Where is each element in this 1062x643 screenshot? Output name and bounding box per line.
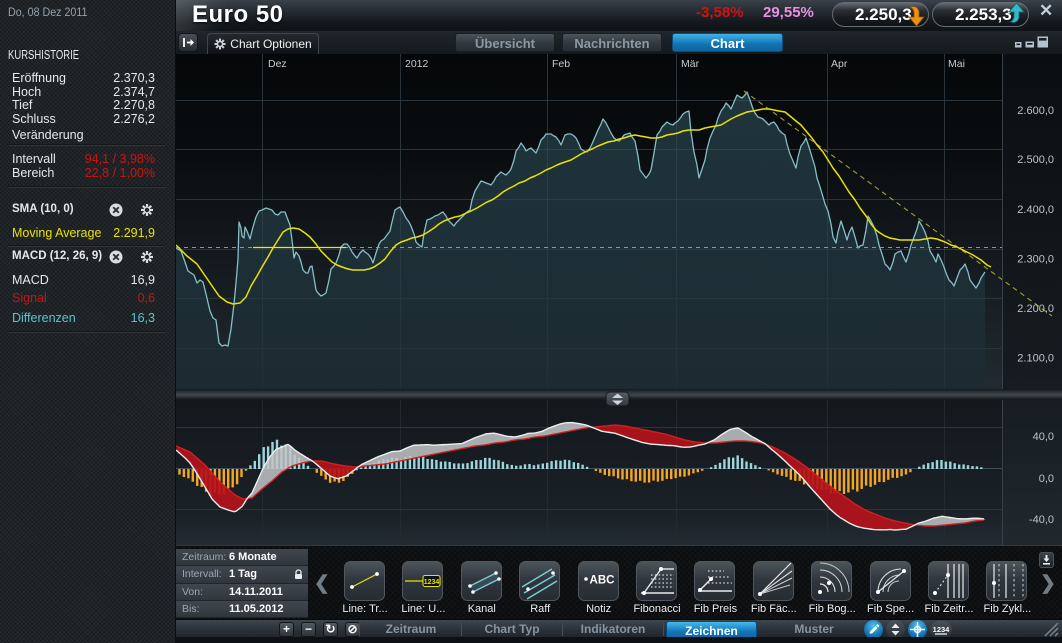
svg-text:40,0: 40,0 (1033, 431, 1054, 443)
svg-text:2.600,0: 2.600,0 (1017, 105, 1054, 117)
svg-text:Dez: Dez (268, 58, 287, 70)
svg-text:0,0: 0,0 (1039, 473, 1054, 485)
svg-text:2.100,0: 2.100,0 (1017, 353, 1054, 365)
svg-text:2.500,0: 2.500,0 (1017, 154, 1054, 166)
svg-text:Apr: Apr (831, 58, 848, 70)
svg-text:2012: 2012 (405, 58, 429, 70)
svg-text:1234: 1234 (933, 625, 951, 634)
svg-text:2.300,0: 2.300,0 (1017, 254, 1054, 266)
svg-text:Mär: Mär (681, 58, 700, 70)
svg-text:2.400,0: 2.400,0 (1017, 204, 1054, 216)
svg-text:Mai: Mai (948, 58, 965, 70)
svg-text:2.200,0: 2.200,0 (1017, 303, 1054, 315)
svg-text:ABC: ABC (589, 575, 614, 587)
svg-text:-40,0: -40,0 (1029, 514, 1054, 526)
svg-text:1234: 1234 (424, 579, 440, 586)
svg-text:Feb: Feb (552, 58, 570, 70)
